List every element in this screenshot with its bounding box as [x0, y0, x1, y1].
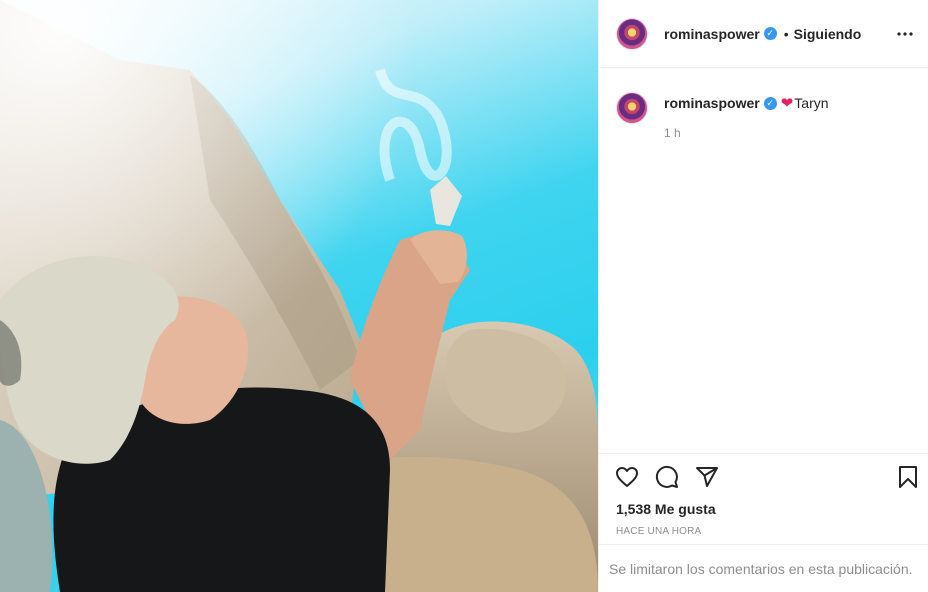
post-photo[interactable] [0, 0, 598, 592]
likes-count[interactable]: 1,538 Me gusta [616, 501, 716, 517]
post-header: rominaspower ✓ • Siguiendo [599, 0, 928, 68]
heart-icon[interactable] [614, 464, 640, 490]
verified-badge-icon: ✓ [763, 27, 777, 40]
bookmark-icon[interactable] [895, 464, 921, 490]
separator-dot: • [783, 25, 789, 42]
comment-icon[interactable] [654, 464, 680, 490]
caption-avatar[interactable] [616, 92, 648, 124]
caption-line: rominaspower ✓ ❤ Taryn [664, 94, 829, 112]
caption-text: Taryn [794, 95, 829, 111]
post-actions: 1,538 Me gusta HACE UNA HORA [599, 453, 928, 544]
more-options-icon[interactable] [893, 22, 917, 46]
post-photo-art [0, 0, 598, 592]
caption: rominaspower ✓ ❤ Taryn 1 h [616, 92, 829, 140]
caption-username-link[interactable]: rominaspower [664, 95, 760, 111]
caption-time[interactable]: 1 h [664, 126, 829, 140]
action-icons [614, 464, 720, 490]
verified-badge-icon: ✓ [763, 96, 777, 110]
following-button[interactable]: Siguiendo [794, 26, 862, 42]
share-icon[interactable] [694, 464, 720, 490]
post-date[interactable]: HACE UNA HORA [616, 526, 701, 537]
caption-body: rominaspower ✓ ❤ Taryn 1 h [664, 94, 829, 140]
post-side-panel: rominaspower ✓ • Siguiendo rominaspower … [598, 0, 928, 592]
red-heart-emoji: ❤ [780, 95, 794, 112]
comments-limited-notice: Se limitaron los comentarios en esta pub… [599, 544, 928, 592]
username-link[interactable]: rominaspower [664, 26, 760, 42]
avatar[interactable] [616, 17, 648, 50]
